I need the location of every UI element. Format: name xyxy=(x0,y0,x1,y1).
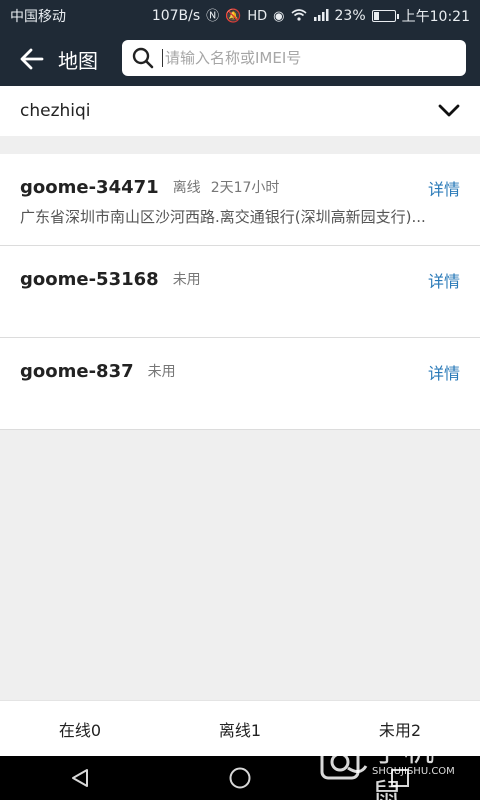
device-address: 广东省深圳市南山区沙河西路.离交通银行(深圳高新园支行)... xyxy=(20,208,426,226)
tab-offline[interactable]: 离线1 xyxy=(160,701,320,756)
device-offline-duration: 2天17小时 xyxy=(210,180,280,196)
nav-recents-button[interactable] xyxy=(370,756,430,800)
clock: 上午10:21 xyxy=(401,9,470,25)
group-selected-label: chezhiqi xyxy=(20,101,91,121)
signal-icon xyxy=(313,8,329,24)
nav-home-button[interactable] xyxy=(210,756,270,800)
system-nav-bar xyxy=(0,756,480,800)
search-icon xyxy=(132,47,154,69)
back-button[interactable] xyxy=(12,39,52,79)
device-name: goome-34471 xyxy=(20,176,159,198)
triangle-back-icon xyxy=(72,769,88,787)
device-status: 未用 xyxy=(147,364,176,380)
detail-link[interactable]: 详情 xyxy=(428,268,460,292)
battery-icon xyxy=(371,10,399,22)
device-name: goome-53168 xyxy=(20,268,159,290)
device-list: goome-34471 离线 2天17小时 广东省深圳市南山区沙河西路.离交通银… xyxy=(0,154,480,430)
network-speed: 107B/s xyxy=(151,8,201,24)
device-status: 离线 xyxy=(172,180,201,196)
battery-percent: 23% xyxy=(334,8,366,24)
top-bar: 地图 xyxy=(0,32,480,86)
wifi-icon xyxy=(290,8,307,24)
eye-icon: ◉ xyxy=(273,8,285,24)
circle-home-icon xyxy=(229,767,251,789)
hd-icon: HD xyxy=(247,8,268,24)
device-name: goome-837 xyxy=(20,360,134,382)
group-dropdown[interactable]: chezhiqi xyxy=(0,86,480,136)
status-indicators: 107B/s Ⓝ 🔕 HD ◉ 23% 上午10:21 xyxy=(152,6,470,26)
mute-icon: 🔕 xyxy=(225,8,242,24)
square-recents-icon xyxy=(391,769,409,787)
tab-unused[interactable]: 未用2 xyxy=(320,701,480,756)
carrier-label: 中国移动 xyxy=(10,9,66,25)
page-title: 地图 xyxy=(58,48,98,73)
back-arrow-icon xyxy=(20,48,44,70)
bottom-tab-bar: 在线0 离线1 未用2 xyxy=(0,700,480,756)
detail-link[interactable]: 详情 xyxy=(428,176,460,200)
list-item[interactable]: goome-837 未用 详情 xyxy=(0,338,480,430)
list-item[interactable]: goome-34471 离线 2天17小时 广东省深圳市南山区沙河西路.离交通银… xyxy=(0,154,480,246)
tab-online[interactable]: 在线0 xyxy=(0,701,160,756)
chevron-down-icon xyxy=(438,104,460,117)
search-input[interactable] xyxy=(162,49,452,67)
nav-back-button[interactable] xyxy=(50,756,110,800)
search-box[interactable] xyxy=(122,40,466,76)
detail-link[interactable]: 详情 xyxy=(428,360,460,384)
status-bar: 中国移动 107B/s Ⓝ 🔕 HD ◉ 23% 上午10:21 xyxy=(0,0,480,32)
device-status: 未用 xyxy=(172,272,201,288)
nfc-icon: Ⓝ xyxy=(206,8,220,24)
list-item[interactable]: goome-53168 未用 详情 xyxy=(0,246,480,338)
